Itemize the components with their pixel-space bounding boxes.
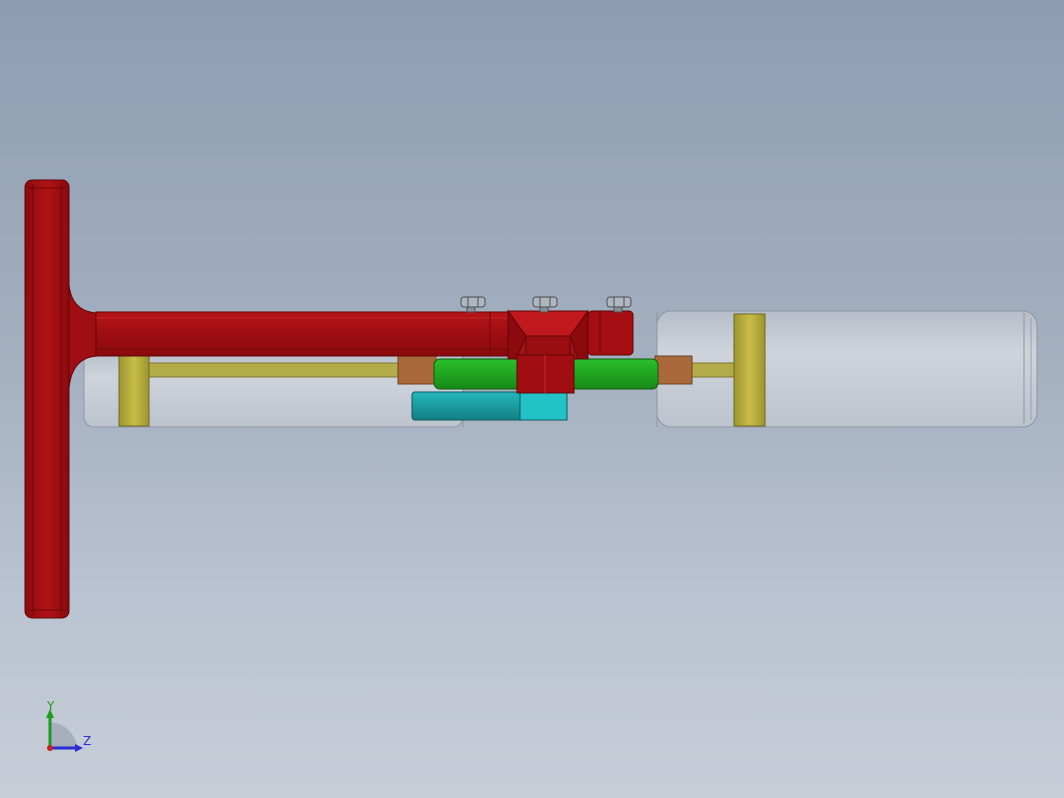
right-piston-ring[interactable] [733, 313, 766, 427]
base-plate[interactable] [411, 391, 568, 421]
bolt-right[interactable] [606, 296, 632, 313]
triad-origin-icon [47, 745, 53, 751]
bolt-center[interactable] [532, 296, 558, 313]
y-axis-label: Y [47, 699, 55, 713]
model-view[interactable] [0, 0, 1064, 798]
left-bushing[interactable] [397, 355, 437, 385]
z-axis-label: Z [83, 734, 92, 748]
right-bushing[interactable] [654, 355, 693, 385]
left-gear[interactable] [433, 358, 523, 390]
triad-plane-icon [50, 722, 78, 748]
right-gear[interactable] [569, 358, 659, 390]
bolt-left[interactable] [460, 296, 486, 313]
cad-viewport[interactable]: Y Z [0, 0, 1064, 798]
z-arrowhead-icon [75, 744, 83, 752]
left-piston-ring[interactable] [118, 353, 150, 427]
orientation-triad[interactable] [46, 709, 83, 752]
